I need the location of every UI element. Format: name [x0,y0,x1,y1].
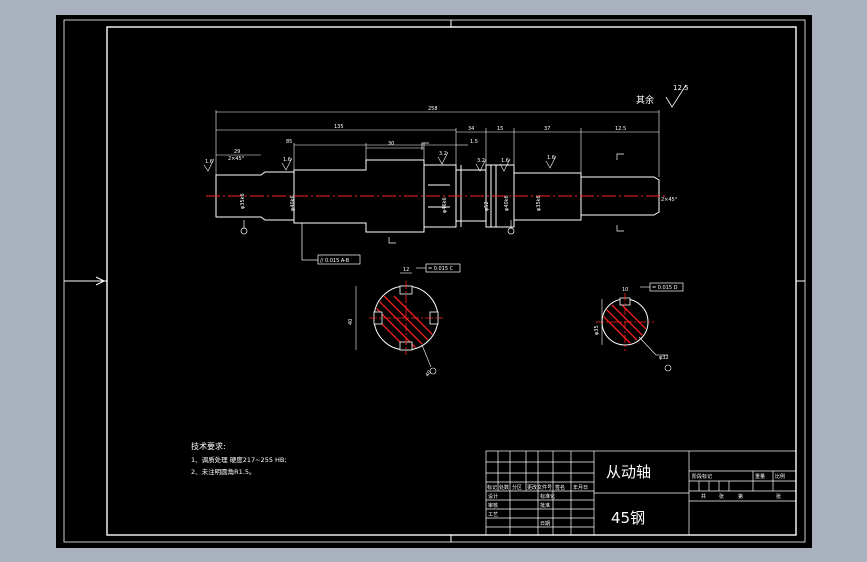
label-approve: 批准 [540,502,550,509]
hdr-doc: 更改文件号 [527,484,552,491]
datum-symbols [240,142,624,244]
material: 45钢 [611,509,645,527]
dimension-texts: 258 135 85 29 30 34 15 37 12.5 1.5 2×45°… [228,106,678,203]
dim-15: 15 [497,126,503,132]
section-dim-1: 40 [348,319,354,325]
lbl-no: 第 [738,493,743,500]
shaft-drawing: 其余 12.5 258 135 85 29 30 34 15 37 12.5 1… [63,19,806,543]
section-dim-3: φ35 [594,325,600,335]
dim-85: 85 [286,139,292,145]
key-width-2: 10 [622,287,628,293]
global-roughness-value: 12.5 [673,84,689,92]
tolerance-text-3: = 0.015 D [652,285,678,291]
label-std: 标准化 [540,493,555,500]
part-name: 从动轴 [606,463,651,481]
dim-1-5: 1.5 [470,139,478,145]
hdr-mark: 标记 [487,484,497,491]
section-view-1 [355,263,461,375]
dim-37: 37 [544,126,550,132]
dia-3: φ46k6 [442,197,448,213]
dim-29: 29 [234,149,240,155]
label-date: 日期 [540,521,550,527]
lbl-total: 共 [701,493,706,500]
rough-e: 1.6 [501,158,509,164]
dia-6: φ35k6 [536,195,542,211]
hdr-count: 处数 [499,484,509,491]
hdr-zone: 分区 [512,484,522,491]
dia-5: φ40k6 [504,195,510,211]
dia-1: φ35k6 [240,193,246,209]
sheet-outer-border [63,19,806,543]
rough-b: 1.6 [283,157,291,163]
tolerance-text-2: = 0.015 C [428,266,454,272]
tech-heading: 技术要求: [191,441,226,451]
label-review: 审核 [488,502,498,509]
centering-marks [64,20,805,542]
chamfer-left: 2×45° [228,156,245,162]
section-dim-2: 40 [425,369,433,378]
tech-line-1: 1、调质处理 硬度217~255 HB; [191,455,287,464]
section-dim-4: φ32 [659,355,669,361]
hdr-sign: 签名 [555,484,565,491]
dimension-lines [215,110,660,177]
tolerance-text-1: // 0.015 A-B [320,258,350,264]
hdr-ymd: 年月日 [573,484,588,491]
lbl-weight: 重量 [755,473,765,480]
dia-4: φ52 [484,201,490,211]
global-roughness: 其余 12.5 [636,84,689,108]
dim-30: 30 [388,141,394,147]
key-width-1: 12 [403,267,409,273]
technical-requirements: 技术要求: 1、调质处理 硬度217~255 HB; 2、未注明圆角R1.5。 [191,441,287,476]
other-surface-label: 其余 [636,94,654,106]
cad-viewport[interactable]: 其余 12.5 258 135 85 29 30 34 15 37 12.5 1… [56,15,812,548]
dim-12-5: 12.5 [615,126,626,132]
dim-overall: 258 [428,106,438,112]
section-view-2 [596,282,684,372]
lbl-sheet-b: 张 [776,493,781,500]
rough-c: 3.2 [439,151,447,157]
tech-line-2: 2、未注明圆角R1.5。 [191,467,256,476]
label-design: 设计 [488,493,498,500]
dim-135: 135 [334,124,344,130]
rough-d: 3.2 [477,158,485,164]
rough-a: 1.6 [205,159,213,165]
lbl-stage: 阶段标记 [692,473,712,480]
lbl-scale: 比例 [775,473,785,480]
label-process: 工艺 [488,512,498,518]
lbl-sheet-a: 张 [719,493,724,500]
dim-34: 34 [468,126,474,132]
rough-f: 1.6 [547,155,555,161]
chamfer-right: 2×45° [661,197,678,203]
dia-2: φ40k6 [290,195,296,211]
